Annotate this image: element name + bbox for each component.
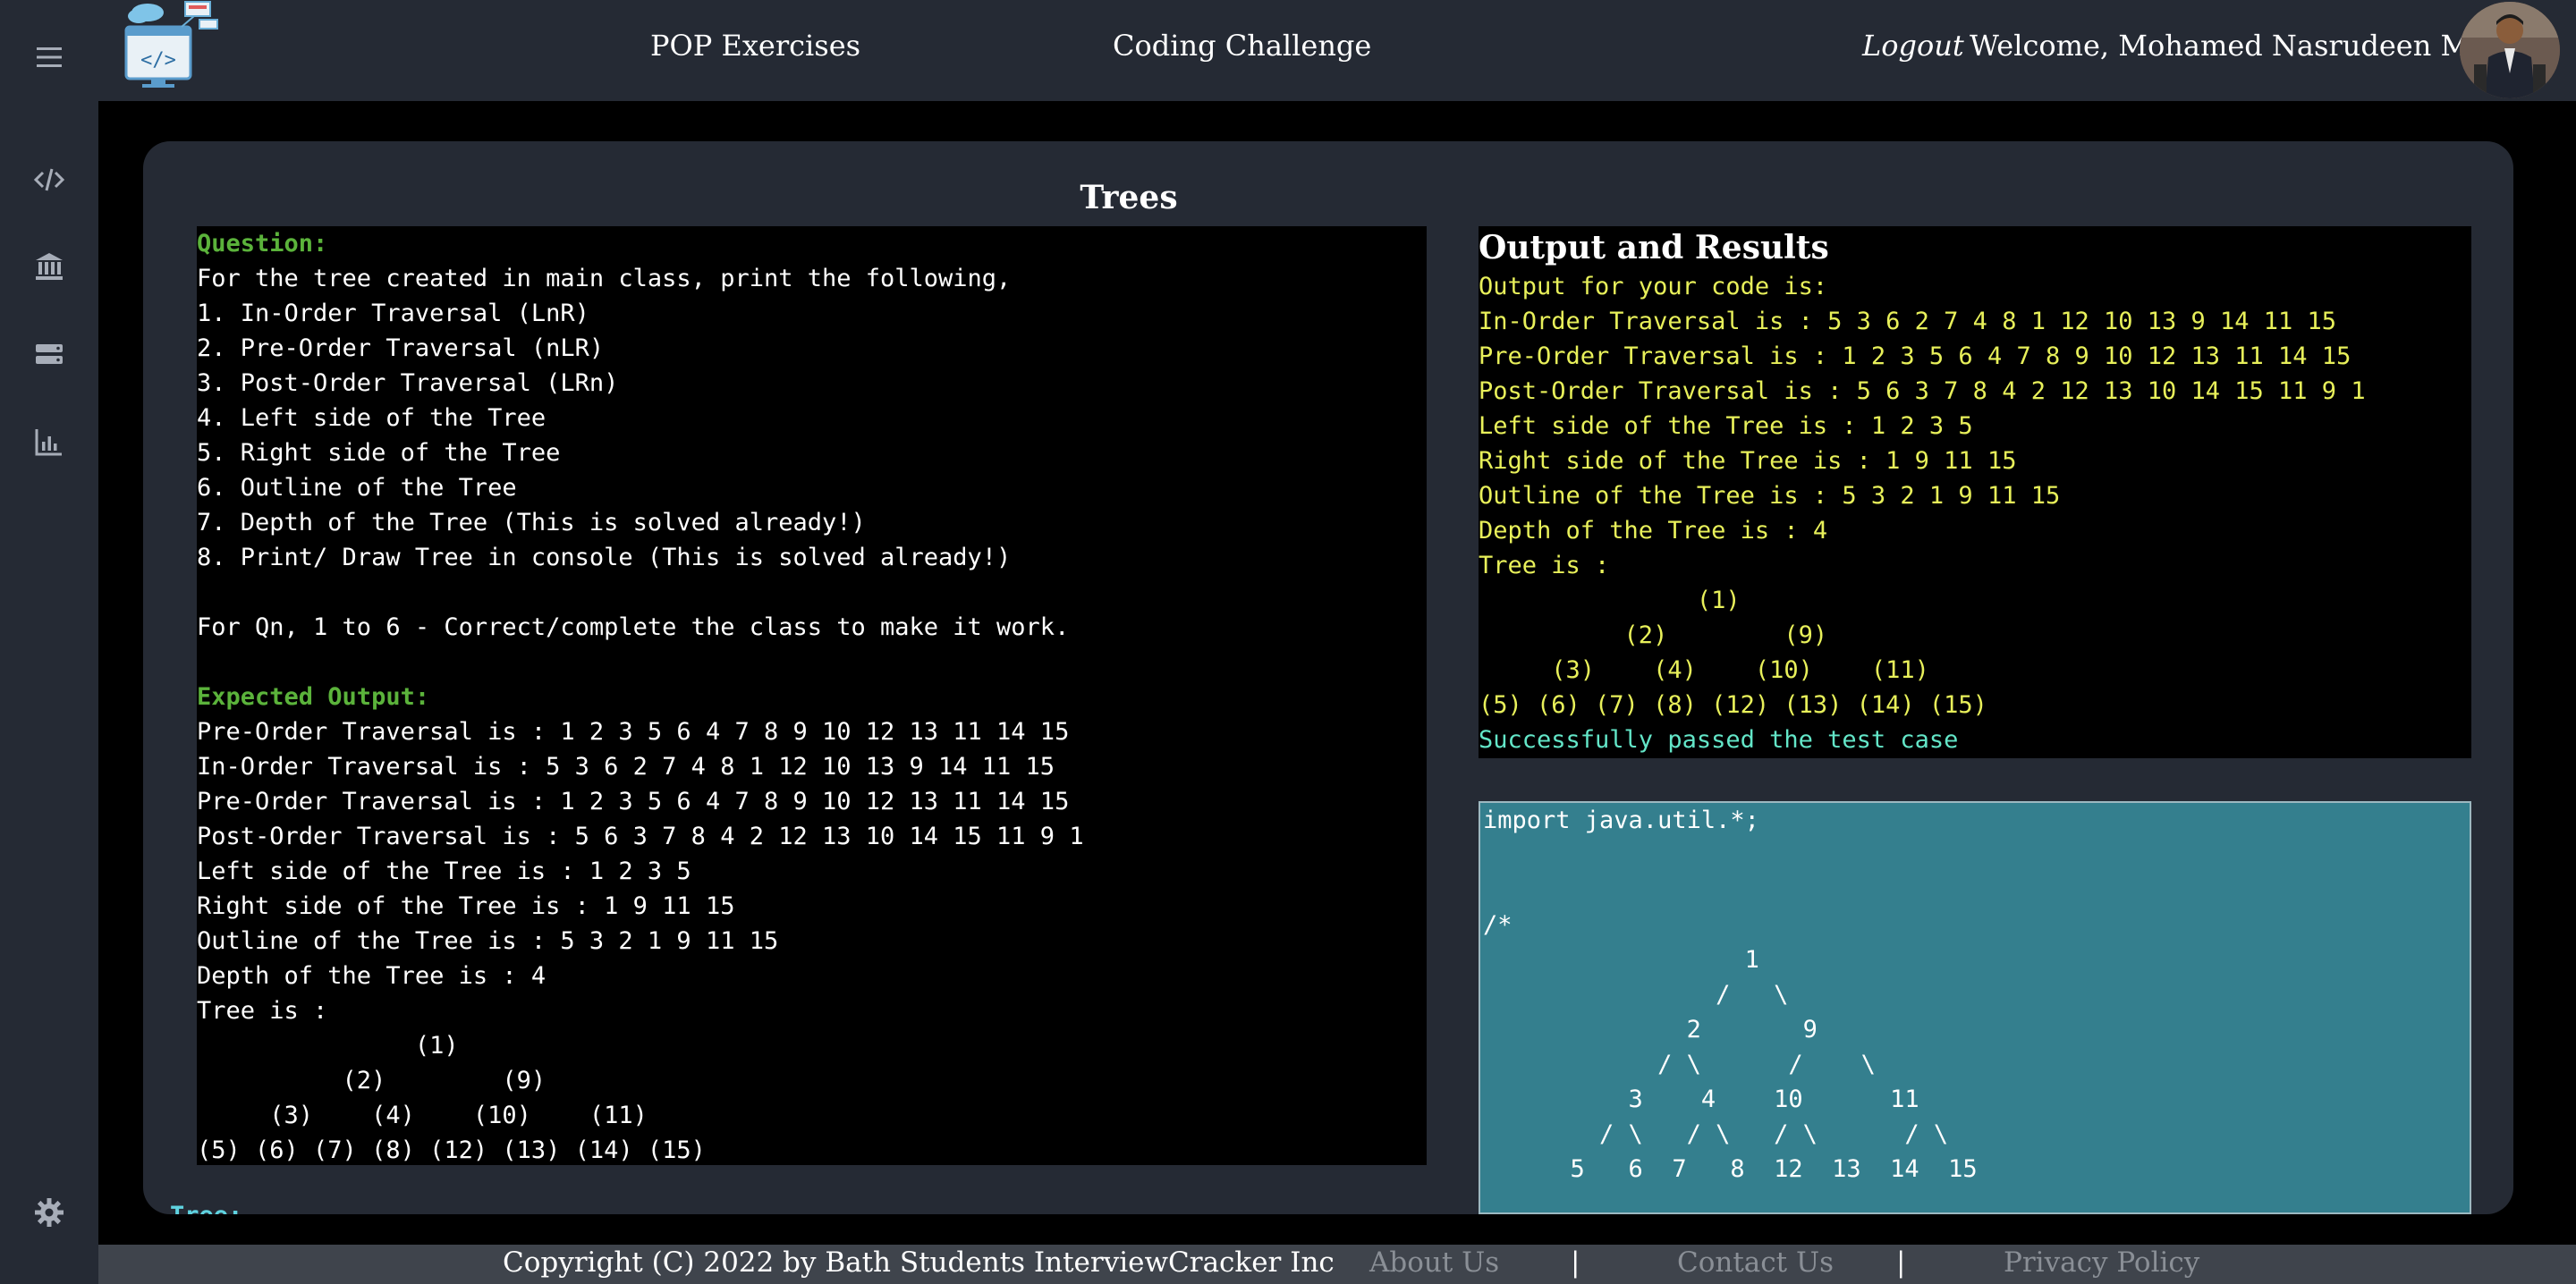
expected-output-line: In-Order Traversal is : 5 3 6 2 7 4 8 1 … [197, 753, 1055, 781]
output-line: Left side of the Tree is : 1 2 3 5 [1479, 412, 1973, 440]
question-line [197, 575, 1427, 610]
question-line: 3. Post-Order Traversal (LRn) [197, 369, 619, 397]
output-line: (5) (6) (7) (8) (12) (13) (14) (15) [1479, 691, 1987, 719]
output-line: In-Order Traversal is : 5 3 6 2 7 4 8 1 … [1479, 308, 2337, 335]
expected-output-line: Pre-Order Traversal is : 1 2 3 5 6 4 7 8… [197, 788, 1070, 815]
expected-output-line: Left side of the Tree is : 1 2 3 5 [197, 857, 691, 885]
code-editor[interactable]: import java.util.*; /* 1 / \ 2 9 / \ / \… [1479, 801, 2471, 1214]
expected-output-heading: Expected Output: [197, 683, 430, 711]
code-line: import java.util.*; [1483, 807, 1759, 834]
question-line: 1. In-Order Traversal (LnR) [197, 300, 589, 327]
question-line: 8. Print/ Draw Tree in console (This is … [197, 544, 1012, 571]
footer: Copyright (C) 2022 by Bath Students Inte… [98, 1245, 2576, 1284]
footer-copyright: Copyright (C) 2022 by Bath Students Inte… [503, 1246, 1335, 1279]
footer-privacy-link[interactable]: Privacy Policy [2004, 1246, 2199, 1279]
output-line: Depth of the Tree is : 4 [1479, 517, 1828, 545]
code-line: 2 9 [1483, 1016, 1818, 1043]
app-logo-icon[interactable]: </> [112, 0, 219, 89]
footer-separator: | [1571, 1246, 1580, 1279]
output-line: Post-Order Traversal is : 5 6 3 7 8 4 2 … [1479, 377, 2366, 405]
page-title: Trees [1080, 179, 1178, 216]
logout-link[interactable]: Logout [1862, 29, 1964, 63]
output-title: Output and Results [1479, 229, 1829, 266]
exercise-card: Trees Question: For the tree created in … [143, 141, 2513, 1214]
chart-icon[interactable] [26, 418, 72, 465]
gear-icon[interactable] [26, 1189, 72, 1236]
output-panel: Output and Results Output for your code … [1479, 226, 2471, 758]
menu-icon[interactable] [26, 34, 72, 80]
output-line: Outline of the Tree is : 5 3 2 1 9 11 15 [1479, 482, 2061, 510]
code-line: 1 [1483, 946, 1759, 974]
nav-pop-exercises[interactable]: POP Exercises [650, 29, 860, 63]
question-line [197, 645, 1427, 680]
output-text: Output for your code is: In-Order Travers… [1479, 269, 2471, 722]
expected-output-line: Outline of the Tree is : 5 3 2 1 9 11 15 [197, 927, 779, 955]
tree-label-peek: Tree: [170, 1202, 242, 1214]
expected-output-line: Pre-Order Traversal is : 1 2 3 5 6 4 7 8… [197, 718, 1070, 746]
question-line: 7. Depth of the Tree (This is solved alr… [197, 509, 866, 536]
code-line: /* [1483, 911, 1513, 939]
expected-output-line: (3) (4) (10) (11) [197, 1102, 648, 1129]
expected-output-line: Right side of the Tree is : 1 9 11 15 [197, 892, 735, 920]
question-line: 6. Outline of the Tree [197, 474, 517, 502]
question-line: 2. Pre-Order Traversal (nLR) [197, 334, 605, 362]
expected-output-line: (5) (6) (7) (8) (12) (13) (14) (15) [197, 1136, 706, 1164]
code-icon[interactable] [26, 156, 72, 203]
question-panel: Question: For the tree created in main c… [197, 226, 1427, 1165]
nav-coding-challenge[interactable]: Coding Challenge [1113, 29, 1371, 63]
expected-output-line: Post-Order Traversal is : 5 6 3 7 8 4 2 … [197, 823, 1084, 850]
question-text: For the tree created in main class, prin… [197, 261, 1427, 680]
expected-output-line: (1) [197, 1032, 459, 1060]
output-line: (1) [1479, 587, 1741, 614]
svg-text:</>: </> [140, 49, 176, 72]
expected-output-line: Tree is : [197, 997, 328, 1025]
database-icon[interactable] [26, 331, 72, 377]
output-line: Tree is : [1479, 552, 1610, 579]
output-line: Right side of the Tree is : 1 9 11 15 [1479, 447, 2017, 475]
question-line: For Qn, 1 to 6 - Correct/complete the cl… [197, 613, 1070, 641]
code-text[interactable]: import java.util.*; /* 1 / \ 2 9 / \ / \… [1483, 803, 2470, 1187]
footer-contact-link[interactable]: Contact Us [1677, 1246, 1834, 1279]
question-line: 4. Left side of the Tree [197, 404, 547, 432]
sidebar [0, 0, 98, 1284]
success-message: Successfully passed the test case [1479, 726, 1959, 754]
question-line: For the tree created in main class, prin… [197, 265, 1012, 292]
output-line: (3) (4) (10) (11) [1479, 656, 1929, 684]
output-line: Pre-Order Traversal is : 1 2 3 5 6 4 7 8… [1479, 342, 2351, 370]
question-heading: Question: [197, 230, 328, 258]
code-line: / \ / \ [1483, 1051, 1876, 1078]
expected-output-line: (2) (9) [197, 1067, 547, 1094]
footer-separator: | [1896, 1246, 1906, 1279]
output-line: (2) (9) [1479, 621, 1828, 649]
expected-output-line: Depth of the Tree is : 4 [197, 962, 547, 990]
code-line: 5 6 7 8 12 13 14 15 [1483, 1155, 1978, 1183]
code-line: 3 4 10 11 [1483, 1085, 1919, 1113]
footer-about-link[interactable]: About Us [1369, 1246, 1499, 1279]
output-line: Output for your code is: [1479, 273, 1828, 300]
top-navigation-bar: </> POP Exercises Coding Challenge Logou… [98, 0, 2576, 101]
code-line: / \ [1483, 981, 1789, 1009]
expected-output-text: Pre-Order Traversal is : 1 2 3 5 6 4 7 8… [197, 714, 1427, 1165]
bank-icon[interactable] [26, 243, 72, 290]
avatar[interactable] [2460, 2, 2560, 98]
question-line: 5. Right side of the Tree [197, 439, 561, 467]
code-line: / \ / \ / \ / \ [1483, 1120, 1949, 1148]
